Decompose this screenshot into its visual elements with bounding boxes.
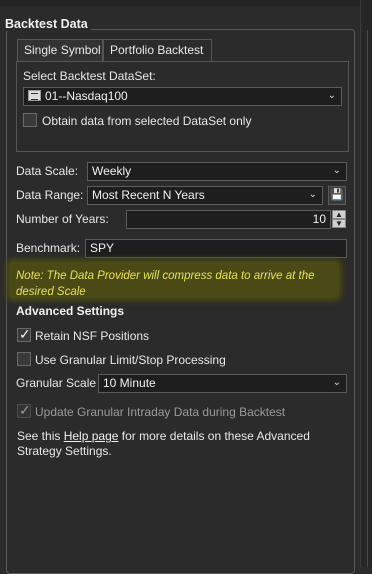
data-range-select[interactable]: Most Recent N Years ⌄: [87, 186, 323, 205]
top-strip: [0, 0, 372, 6]
data-scale-select[interactable]: Weekly ⌄: [87, 162, 347, 181]
chevron-down-icon: ⌄: [308, 189, 317, 200]
help-page-link[interactable]: Help page: [64, 429, 119, 443]
help-paragraph: See this Help page for more details on t…: [17, 429, 337, 459]
dataset-grid-icon: [28, 90, 41, 101]
advanced-settings-heading: Advanced Settings: [16, 304, 125, 318]
granular-limit-checkbox[interactable]: [17, 352, 31, 366]
granular-scale-label: Granular Scale: [16, 376, 97, 390]
data-range-label: Data Range:: [16, 188, 84, 202]
chevron-down-icon: ⌄: [327, 90, 336, 101]
tab-single-symbol[interactable]: Single Symbol: [17, 39, 103, 61]
granular-scale-select[interactable]: 10 Minute ⌄: [98, 374, 347, 393]
save-icon[interactable]: 💾: [328, 186, 346, 205]
num-years-input[interactable]: 10: [126, 210, 331, 229]
check-icon: ✓: [19, 402, 31, 418]
obtain-only-label: Obtain data from selected DataSet only: [42, 114, 252, 128]
tab-portfolio-backtest[interactable]: Portfolio Backtest: [103, 39, 212, 62]
dataset-label: Select Backtest DataSet:: [23, 69, 156, 83]
data-scale-value: Weekly: [92, 164, 132, 178]
benchmark-label: Benchmark:: [16, 241, 81, 255]
granular-scale-value: 10 Minute: [103, 376, 156, 390]
group-title: Backtest Data: [3, 17, 91, 31]
spin-down-icon[interactable]: ▼: [332, 219, 346, 228]
num-years-label: Number of Years:: [16, 212, 109, 226]
chevron-down-icon: ⌄: [332, 165, 341, 176]
update-intraday-label: Update Granular Intraday Data during Bac…: [35, 405, 286, 419]
note-text: Note: The Data Provider will compress da…: [16, 270, 315, 298]
dataset-select[interactable]: 01--Nasdaq100 ⌄: [23, 87, 342, 106]
obtain-only-checkbox[interactable]: [23, 113, 37, 127]
retain-nsf-checkbox[interactable]: ✓: [17, 326, 31, 342]
data-scale-label: Data Scale:: [16, 164, 79, 178]
help-prefix: See this: [17, 429, 64, 443]
update-intraday-checkbox[interactable]: ✓: [17, 402, 31, 418]
benchmark-input[interactable]: SPY: [85, 239, 347, 258]
granular-limit-label: Use Granular Limit/Stop Processing: [35, 353, 226, 367]
chevron-down-icon: ⌄: [332, 377, 341, 388]
adjacent-panel-edge: [360, 0, 372, 567]
num-years-spinner[interactable]: ▲ ▼: [332, 210, 346, 229]
check-icon: ✓: [19, 326, 31, 342]
dataset-value: 01--Nasdaq100: [45, 89, 128, 103]
spin-up-icon[interactable]: ▲: [332, 210, 346, 219]
data-range-value: Most Recent N Years: [92, 188, 205, 202]
retain-nsf-label: Retain NSF Positions: [35, 329, 150, 343]
